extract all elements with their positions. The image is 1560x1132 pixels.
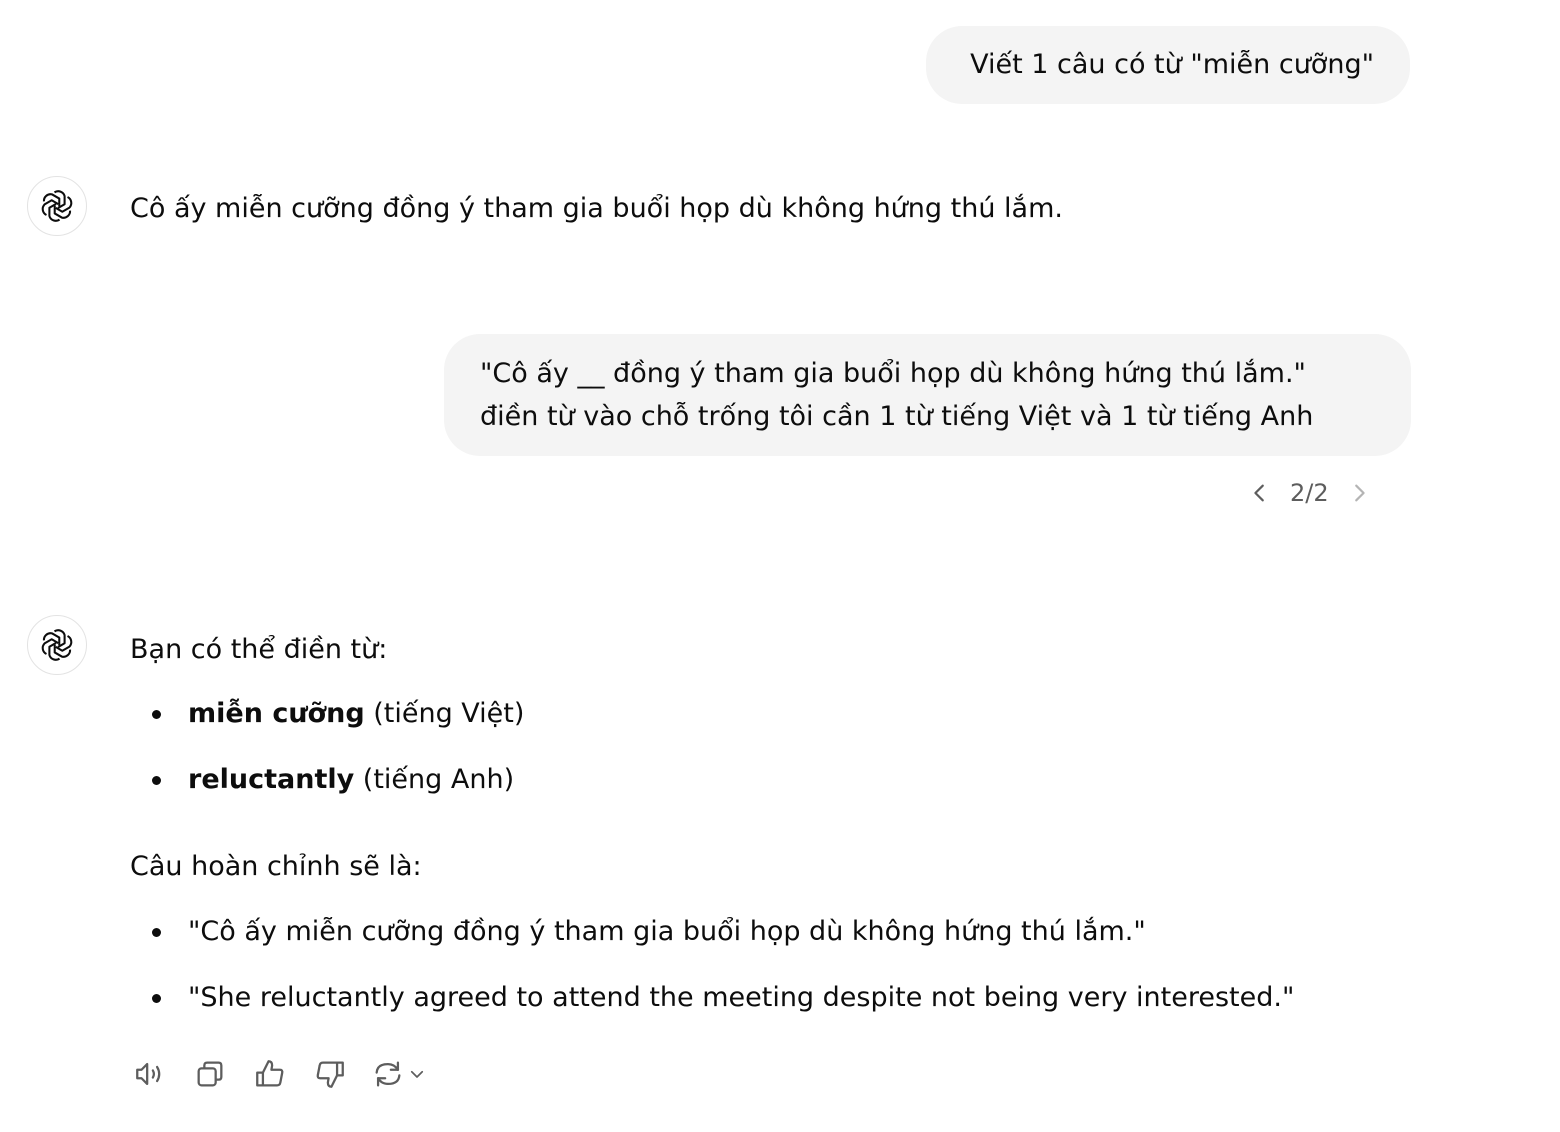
assistant-intro: Bạn có thể điền từ: [130,634,388,665]
bullet-dot [152,776,161,785]
pager-count: 2/2 [1290,479,1329,507]
option-note: (tiếng Việt) [364,698,525,729]
thumbs-down-icon [316,1061,344,1088]
copy-button[interactable] [190,1052,230,1096]
user-message-1: Viết 1 câu có từ "miễn cưỡng" [926,26,1410,104]
read-aloud-button[interactable] [130,1052,170,1096]
bullet-dot [152,928,161,937]
thumbs-up-icon [256,1060,284,1087]
option-note: (tiếng Anh) [354,764,515,795]
option-word: reluctantly [188,764,355,795]
list-item: miễn cưỡng (tiếng Việt) [130,694,524,760]
sentence-english: "She reluctantly agreed to attend the me… [188,982,1295,1013]
complete-sentence-label: Câu hoàn chỉnh sẽ là: [130,851,422,882]
message-actions [130,1052,426,1096]
previous-response-button[interactable] [1240,473,1280,513]
assistant-avatar [27,615,87,675]
good-response-button[interactable] [250,1052,290,1096]
chevron-left-icon [1254,484,1264,502]
regenerate-button[interactable] [370,1052,426,1096]
word-options-list: miễn cưỡng (tiếng Việt) reluctantly (tiế… [130,694,524,826]
list-item: "Cô ấy miễn cưỡng đồng ý tham gia buổi h… [130,912,1294,978]
sentence-vietnamese: "Cô ấy miễn cưỡng đồng ý tham gia buổi h… [188,916,1146,947]
chevron-right-icon [1354,484,1365,502]
assistant-avatar [27,176,87,236]
chat-page: Viết 1 câu có từ "miễn cưỡng" Cô ấy miễn… [0,0,1560,1132]
list-item: reluctantly (tiếng Anh) [130,760,524,826]
complete-sentences-list: "Cô ấy miễn cưỡng đồng ý tham gia buổi h… [130,912,1294,1044]
bullet-dot [152,710,161,719]
next-response-button[interactable] [1339,473,1379,513]
assistant-message-1: Cô ấy miễn cưỡng đồng ý tham gia buổi họ… [130,193,1063,224]
bad-response-button[interactable] [310,1052,350,1096]
openai-logo-icon [41,629,73,661]
list-item: "She reluctantly agreed to attend the me… [130,978,1294,1044]
regenerate-icon [375,1061,401,1087]
bullet-dot [152,994,161,1003]
chevron-down-icon [410,1070,424,1078]
speaker-icon [136,1062,161,1086]
copy-icon [197,1061,223,1087]
response-pager: 2/2 [1240,473,1379,513]
openai-logo-icon [41,190,73,222]
user-message-2: "Cô ấy __ đồng ý tham gia buổi họp dù kh… [444,334,1411,456]
option-word: miễn cưỡng [188,698,365,729]
